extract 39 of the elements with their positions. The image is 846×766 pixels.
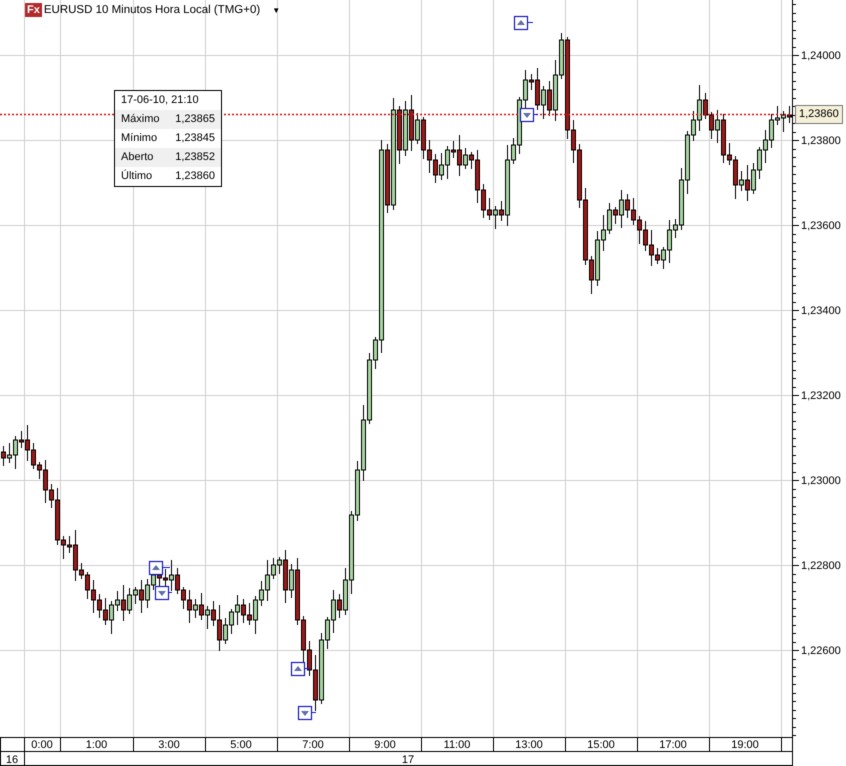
time-axis-label: 3:00 <box>158 739 180 751</box>
down-triangle-icon[interactable] <box>520 108 538 122</box>
price-axis-label: 1,23800 <box>801 135 841 147</box>
price-axis-label: 1,22800 <box>801 560 841 572</box>
time-axis-label: 11:00 <box>444 739 470 751</box>
tooltip-header: 17-06-10, 21:10 <box>120 93 200 108</box>
price-axis-label: 1,22600 <box>801 645 841 657</box>
price-axis-label: 1,23200 <box>801 390 841 402</box>
time-axis-label: 17:00 <box>659 739 687 751</box>
up-triangle-icon[interactable] <box>290 662 310 676</box>
caret-icon[interactable]: ▼ <box>272 6 280 14</box>
tooltip-label: Aberto <box>121 150 154 165</box>
time-axis-label: 13:00 <box>515 739 543 751</box>
time-axis-label: 9:00 <box>374 739 396 751</box>
time-axis-label: 15:00 <box>587 739 615 751</box>
date-axis-label: 17 <box>402 754 414 766</box>
tooltip-value: 1,23860 <box>175 169 215 184</box>
date-axis-label: 16 <box>6 754 18 766</box>
time-axis-label: 0:00 <box>31 739 53 751</box>
up-triangle-icon[interactable] <box>514 16 534 30</box>
down-triangle-icon[interactable] <box>298 706 316 720</box>
logo-icon: Fx <box>25 3 42 17</box>
time-axis-label: 1:00 <box>86 739 108 751</box>
price-axis-label: 1,23400 <box>801 305 841 317</box>
current-price-label: 1,23860 <box>795 105 843 124</box>
tooltip-value: 1,23865 <box>175 112 215 127</box>
price-axis-label: 1,23600 <box>801 220 841 232</box>
up-triangle-icon[interactable] <box>148 560 170 576</box>
time-axis-label: 19:00 <box>731 739 759 751</box>
tooltip-label: Mínimo <box>121 131 158 146</box>
price-axis-label: 1,24000 <box>801 50 841 62</box>
tooltip-label: Último <box>121 169 152 184</box>
price-axis-label: 1,23000 <box>801 475 841 487</box>
tooltip-label: Máximo <box>121 112 160 127</box>
time-axis-label: 5:00 <box>230 739 252 751</box>
chart-title: EURUSD 10 Minutos Hora Local (TMG+0) <box>44 4 260 16</box>
tooltip-value: 1,23845 <box>175 131 215 146</box>
tooltip-value: 1,23852 <box>175 150 215 165</box>
time-axis-label: 7:00 <box>302 739 324 751</box>
